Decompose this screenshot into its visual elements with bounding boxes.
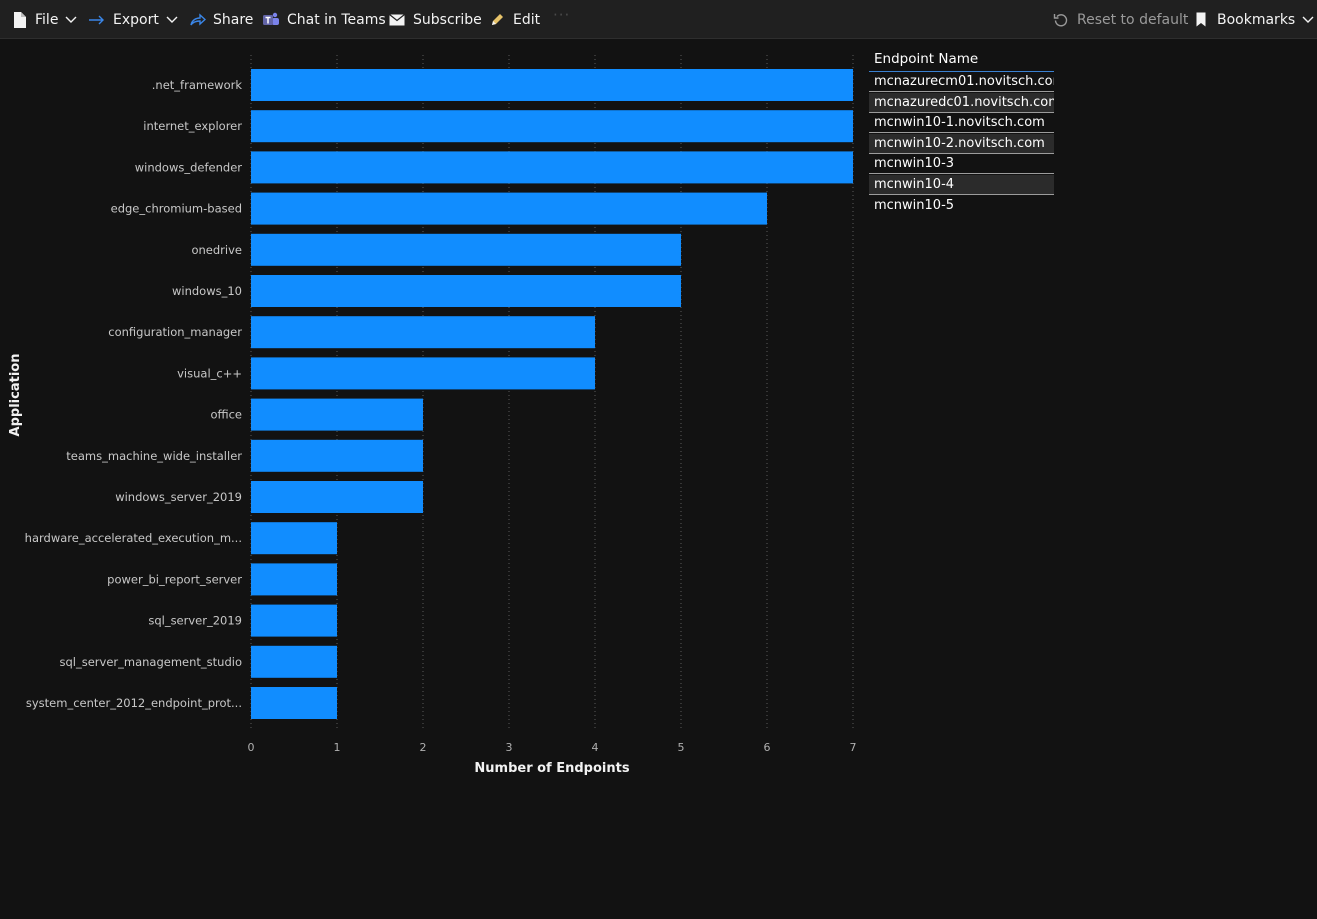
bar[interactable] (251, 357, 595, 390)
bar[interactable] (251, 110, 853, 143)
bar[interactable] (251, 151, 853, 184)
slicer-item[interactable]: mcnazuredc01.novitsch.com (869, 92, 1054, 113)
file-label: File (35, 11, 59, 28)
bar[interactable] (251, 563, 337, 596)
x-axis-title: Number of Endpoints (474, 761, 629, 776)
chat-in-teams-button[interactable]: Chat in Teams (262, 0, 386, 39)
category-label: windows_defender (135, 160, 243, 174)
endpoint-name-slicer: Endpoint Name mcnazurecm01.novitsch.com m… (869, 46, 1054, 216)
bookmark-icon (1192, 11, 1210, 29)
value-axis-ticks: 0 1 2 3 4 5 6 7 (248, 741, 857, 754)
mail-icon (388, 11, 406, 29)
chevron-down-icon (1302, 16, 1314, 24)
bar[interactable] (251, 275, 681, 307)
chart-bars (251, 69, 853, 719)
bar[interactable] (251, 192, 767, 225)
category-label: internet_explorer (143, 119, 242, 133)
bar[interactable] (251, 439, 423, 472)
reset-to-default-button[interactable]: Reset to default (1052, 0, 1188, 39)
category-label: power_bi_report_server (107, 572, 242, 586)
bar[interactable] (251, 233, 681, 266)
share-button[interactable]: Share (188, 0, 253, 39)
slicer-title: Endpoint Name (874, 50, 979, 67)
pencil-icon (488, 11, 506, 29)
report-toolbar: File Export Share Chat in Teams Subscrib… (0, 0, 1317, 39)
slicer-item[interactable]: mcnwin10-2.novitsch.com (869, 133, 1054, 154)
export-menu[interactable]: Export (88, 0, 178, 39)
teams-icon (262, 11, 280, 29)
x-tick-label: 3 (506, 741, 513, 754)
more-options-icon[interactable]: ··· (553, 6, 570, 24)
slicer-item[interactable]: mcnwin10-4 (869, 174, 1054, 195)
bar[interactable] (251, 481, 423, 513)
chat-in-teams-label: Chat in Teams (287, 11, 386, 28)
bar[interactable] (251, 604, 337, 637)
file-menu[interactable]: File (10, 0, 77, 39)
bar[interactable] (251, 687, 337, 719)
category-label: hardware_accelerated_execution_m... (25, 531, 242, 545)
subscribe-label: Subscribe (413, 11, 482, 28)
chevron-down-icon (166, 16, 178, 24)
category-label: sql_server_2019 (148, 614, 242, 628)
applications-bar-chart: .net_framework internet_explorer windows_d… (8, 55, 857, 776)
export-label: Export (113, 11, 159, 28)
category-axis-labels: .net_framework internet_explorer windows_d… (25, 78, 243, 710)
x-tick-label: 1 (334, 741, 341, 754)
bar[interactable] (251, 316, 595, 349)
category-label: system_center_2012_endpoint_prot... (26, 696, 242, 710)
edit-button[interactable]: Edit (488, 0, 540, 39)
bar[interactable] (251, 69, 853, 101)
x-tick-label: 5 (678, 741, 685, 754)
x-tick-label: 4 (592, 741, 599, 754)
x-tick-label: 2 (420, 741, 427, 754)
category-label: edge_chromium-based (111, 202, 242, 216)
x-tick-label: 6 (764, 741, 771, 754)
slicer-list: mcnazurecm01.novitsch.com mcnazuredc01.no… (869, 72, 1054, 216)
y-axis-title: Application (8, 354, 23, 437)
category-label: configuration_manager (108, 325, 242, 339)
reset-to-default-label: Reset to default (1077, 11, 1189, 28)
subscribe-button[interactable]: Subscribe (388, 0, 482, 39)
category-label: onedrive (191, 243, 242, 257)
bookmarks-menu[interactable]: Bookmarks (1192, 0, 1314, 39)
share-label: Share (213, 11, 254, 28)
category-label: teams_machine_wide_installer (66, 449, 242, 463)
category-label: windows_server_2019 (115, 490, 242, 504)
export-arrow-icon (88, 11, 106, 29)
x-tick-label: 0 (248, 741, 255, 754)
file-icon (10, 11, 28, 29)
edit-label: Edit (513, 11, 541, 28)
chevron-down-icon (65, 16, 77, 24)
slicer-item[interactable]: mcnwin10-3 (869, 154, 1054, 175)
share-icon (188, 11, 206, 29)
slicer-item[interactable]: mcnwin10-5 (869, 196, 1054, 216)
slicer-item[interactable]: mcnazurecm01.novitsch.com (869, 72, 1054, 92)
bar[interactable] (251, 398, 423, 431)
category-label: windows_10 (172, 284, 242, 298)
category-label: .net_framework (152, 78, 243, 92)
category-label: sql_server_management_studio (60, 655, 243, 669)
bar[interactable] (251, 522, 337, 555)
x-tick-label: 7 (850, 741, 857, 754)
reset-icon (1052, 11, 1070, 29)
slicer-item[interactable]: mcnwin10-1.novitsch.com (869, 113, 1054, 134)
bookmarks-label: Bookmarks (1217, 11, 1296, 28)
category-label: visual_c++ (177, 366, 242, 380)
category-label: office (210, 408, 242, 422)
bar[interactable] (251, 645, 337, 678)
